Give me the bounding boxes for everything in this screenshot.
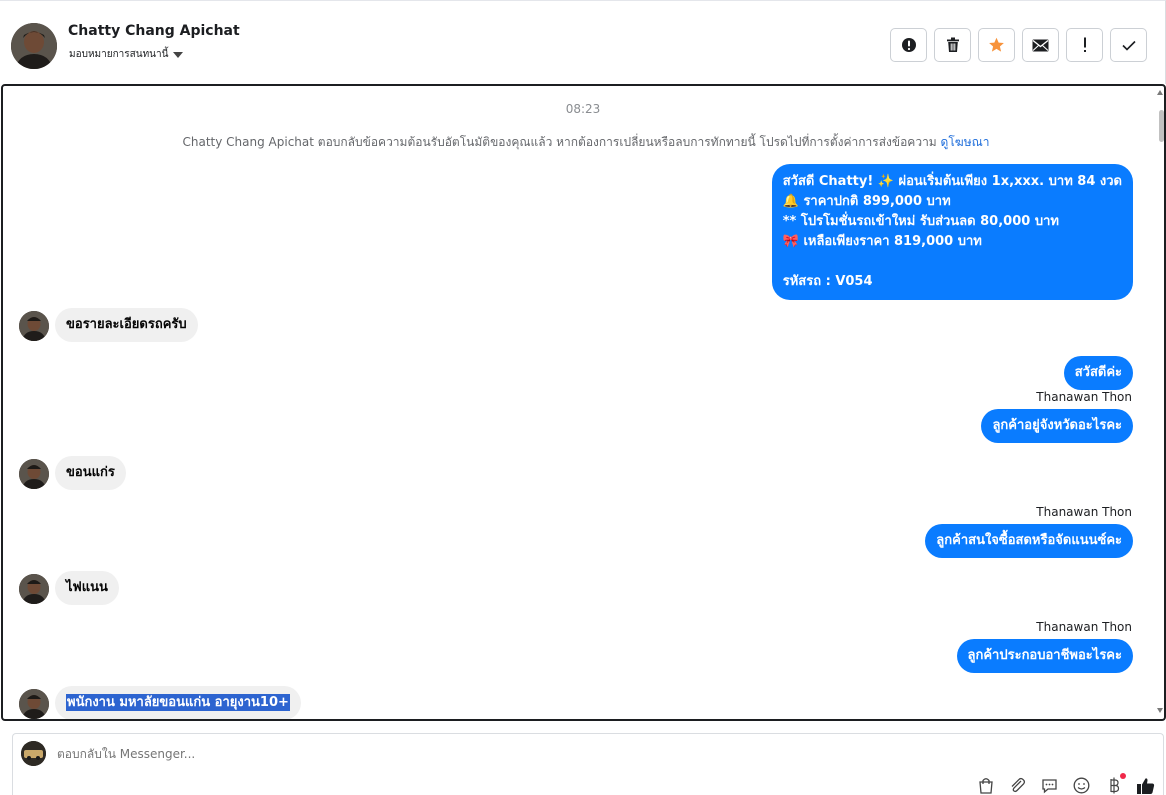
emoji-icon[interactable] [1072,776,1091,795]
mark-unread-button[interactable] [1022,28,1059,62]
reply-input[interactable] [57,747,857,761]
thread-scrollbar[interactable] [1157,86,1164,719]
contact-name: Chatty Chang Apichat [68,23,240,39]
promo-line: รหัสรถ : V054 [782,274,873,289]
auto-reply-notice: Chatty Chang Apichat ตอบกลับข้อความต้อนร… [3,133,1164,152]
promo-line: 🔔 ราคาปกติ 899,000 บาท [782,194,951,209]
envelope-icon [1032,39,1049,51]
thumbs-up-icon[interactable] [1136,776,1155,795]
sender-name: Thanawan Thon [1036,505,1132,519]
assign-label: มอบหมายการสนทนานี้ [69,49,169,60]
conversation-header: Chatty Chang Apichat มอบหมายการสนทนานี้ [0,0,1166,84]
notification-dot [1120,773,1126,779]
paperclip-icon[interactable] [1008,776,1027,795]
scroll-down-arrow-icon[interactable] [1157,708,1163,713]
mark-done-button[interactable] [1110,28,1147,62]
sender-name: Thanawan Thon [1036,390,1132,404]
promo-line: สวัสดี Chatty! ✨ ผ่อนเริ่มต้นเพียง 1x,xx… [782,174,1122,189]
scroll-up-arrow-icon[interactable] [1157,90,1163,95]
star-button[interactable] [978,28,1015,62]
delete-button[interactable] [934,28,971,62]
contact-avatar-small[interactable] [19,689,49,719]
follow-up-button[interactable] [1066,28,1103,62]
promo-line [783,252,1122,272]
sender-name: Thanawan Thon [1036,620,1132,634]
contact-avatar[interactable] [11,23,57,69]
exclamation-icon [1083,37,1086,52]
check-icon [1121,40,1136,51]
incoming-message[interactable]: ไฟแนน [55,571,119,605]
report-spam-button[interactable] [890,28,927,62]
incoming-message[interactable]: ขอรายละเอียดรถครับ [55,308,198,342]
notice-text: Chatty Chang Apichat ตอบกลับข้อความต้อนร… [182,135,937,149]
baht-payment-icon[interactable] [1104,773,1126,795]
view-ad-link[interactable]: ดูโฆษณา [941,135,990,149]
contact-avatar-small[interactable] [19,459,49,489]
outgoing-message[interactable]: ลูกค้าประกอบอาชีพอะไรคะ [956,639,1133,673]
outgoing-message[interactable]: ลูกค้าสนใจซื้อสดหรือจัดแนนซ์คะ [925,524,1133,558]
contact-avatar-small[interactable] [19,311,49,341]
saved-reply-icon[interactable] [1040,776,1059,795]
incoming-message[interactable]: พนักงาน มหาลัยขอนแก่น อายุงาน10+ [55,686,301,719]
promo-line: 🎀 เหลือเพียงราคา 819,000 บาท [782,234,982,249]
message-timestamp: 08:23 [565,102,601,116]
trash-icon [946,37,959,52]
selected-text[interactable]: พนักงาน มหาลัยขอนแก่น อายุงาน10+ [66,694,290,711]
message-thread[interactable]: 08:23 Chatty Chang Apichat ตอบกลับข้อควา… [1,84,1166,721]
shopping-bag-icon[interactable] [976,776,995,795]
star-icon [989,37,1004,52]
contact-avatar-small[interactable] [19,574,49,604]
outgoing-message[interactable]: สวัสดีค่ะ [1063,356,1133,390]
composer-toolbar [976,773,1155,795]
promo-line: ** โปรโมชั่นรถเข้าใหม่ รับส่วนลด 80,000 … [782,214,1059,229]
header-toolbar [890,28,1147,62]
incoming-message[interactable]: ขอนแก่ร [55,456,126,490]
caret-down-icon [173,51,184,58]
outgoing-message[interactable]: ลูกค้าอยู่จังหวัดอะไรคะ [981,409,1133,443]
assign-conversation-dropdown[interactable]: มอบหมายการสนทนานี้ [69,47,184,62]
outgoing-message-promo[interactable]: สวัสดี Chatty! ✨ ผ่อนเริ่มต้นเพียง 1x,xx… [771,164,1133,300]
message-composer [12,733,1164,795]
page-avatar [21,741,46,766]
alert-circle-icon [901,38,916,52]
